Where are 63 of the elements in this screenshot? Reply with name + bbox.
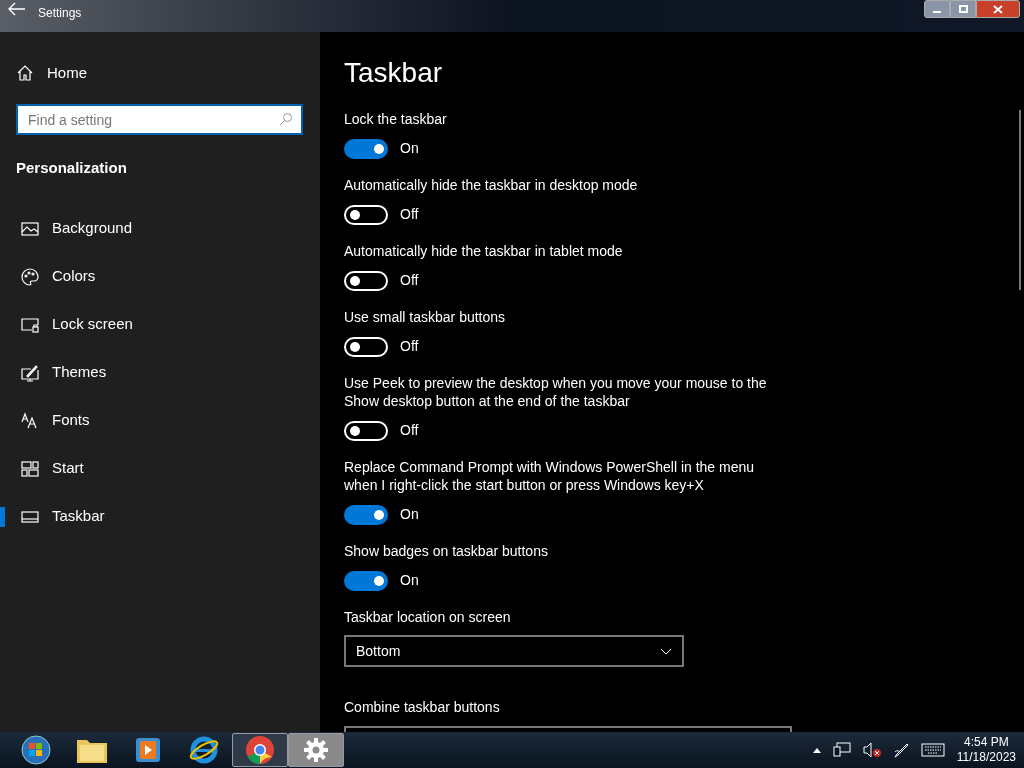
browser-e-icon bbox=[189, 735, 219, 765]
sidebar-item[interactable]: Taskbar bbox=[0, 506, 320, 527]
setting-label: Combine taskbar buttons bbox=[344, 698, 501, 716]
sidebar-item[interactable]: Fonts bbox=[0, 410, 320, 431]
sidebar-item[interactable]: Background bbox=[0, 218, 320, 239]
scrollbar-thumb[interactable] bbox=[1019, 110, 1021, 290]
setting-label: Use small taskbar buttons bbox=[344, 308, 507, 326]
toggle-state-text: On bbox=[400, 505, 419, 524]
monitor-brush-icon bbox=[21, 363, 39, 382]
setting-label: Replace Command Prompt with Windows PowerShell in the menu when I right-click the start button or press Windows key+X bbox=[344, 458, 756, 494]
setting-label: Use Peek to preview the desktop when you move your mouse to the Show desktop button at the end of the taskbar bbox=[344, 374, 768, 410]
back-icon[interactable] bbox=[8, 2, 26, 16]
window-title: Settings bbox=[38, 5, 82, 22]
chrome-icon bbox=[245, 735, 275, 765]
pen-icon[interactable] bbox=[892, 742, 909, 758]
picture-frame-icon bbox=[21, 219, 39, 238]
toggle-state-text: Off bbox=[400, 337, 419, 356]
minimize-button[interactable] bbox=[924, 0, 950, 18]
toggle-switch[interactable] bbox=[344, 420, 388, 441]
toggle-state-text: Off bbox=[400, 421, 419, 440]
caret-up-icon[interactable] bbox=[812, 747, 821, 753]
toggle-state-text: Off bbox=[400, 271, 419, 290]
setting-label: Show badges on taskbar buttons bbox=[344, 542, 549, 560]
dropdown[interactable]: Bottom bbox=[344, 635, 684, 667]
palette-icon bbox=[21, 267, 39, 286]
setting-label: Automatically hide the taskbar in desktop mode bbox=[344, 176, 639, 194]
media-player-icon bbox=[134, 736, 162, 764]
setting-label: Automatically hide the taskbar in tablet mode bbox=[344, 242, 624, 260]
toggle-switch[interactable] bbox=[344, 570, 388, 591]
setting-label: Taskbar location on screen bbox=[344, 608, 512, 626]
speaker-muted-icon[interactable] bbox=[862, 742, 881, 758]
search-icon bbox=[279, 112, 293, 126]
toggle-state-text: Off bbox=[400, 205, 419, 224]
restore-button[interactable] bbox=[950, 0, 976, 18]
keyboard-icon[interactable] bbox=[920, 743, 945, 757]
clock[interactable]: 4:54 PM 11/18/2023 bbox=[956, 735, 1016, 765]
sidebar-item[interactable]: Colors bbox=[0, 266, 320, 287]
close-button[interactable] bbox=[976, 0, 1020, 18]
home-item[interactable]: Home bbox=[0, 63, 320, 83]
tiles-icon bbox=[21, 459, 39, 478]
toggle-state-text: On bbox=[400, 139, 419, 158]
close-icon bbox=[993, 4, 1003, 14]
fonts-icon bbox=[21, 411, 39, 430]
toggle-switch[interactable] bbox=[344, 270, 388, 291]
toggle-switch[interactable] bbox=[344, 138, 388, 159]
chevron-down-icon bbox=[660, 647, 672, 655]
toggle-switch[interactable] bbox=[344, 336, 388, 357]
toggle-state-text: On bbox=[400, 571, 419, 590]
page-title: Taskbar bbox=[344, 56, 444, 90]
gear-icon bbox=[303, 737, 329, 763]
sidebar-item[interactable]: Themes bbox=[0, 362, 320, 383]
toggle-switch[interactable] bbox=[344, 504, 388, 525]
search-field[interactable]: Find a setting bbox=[16, 104, 303, 135]
toggle-switch[interactable] bbox=[344, 204, 388, 225]
sidebar-item[interactable]: Lock screen bbox=[0, 314, 320, 335]
screen-lock-icon bbox=[21, 315, 39, 334]
sidebar-item[interactable]: Start bbox=[0, 458, 320, 479]
taskbar-app-button[interactable] bbox=[232, 733, 288, 767]
section-heading: Personalization bbox=[16, 158, 128, 178]
network-icon[interactable] bbox=[832, 742, 851, 758]
start-orb-icon bbox=[21, 735, 51, 765]
setting-label: Lock the taskbar bbox=[344, 110, 448, 128]
home-icon bbox=[17, 65, 33, 81]
